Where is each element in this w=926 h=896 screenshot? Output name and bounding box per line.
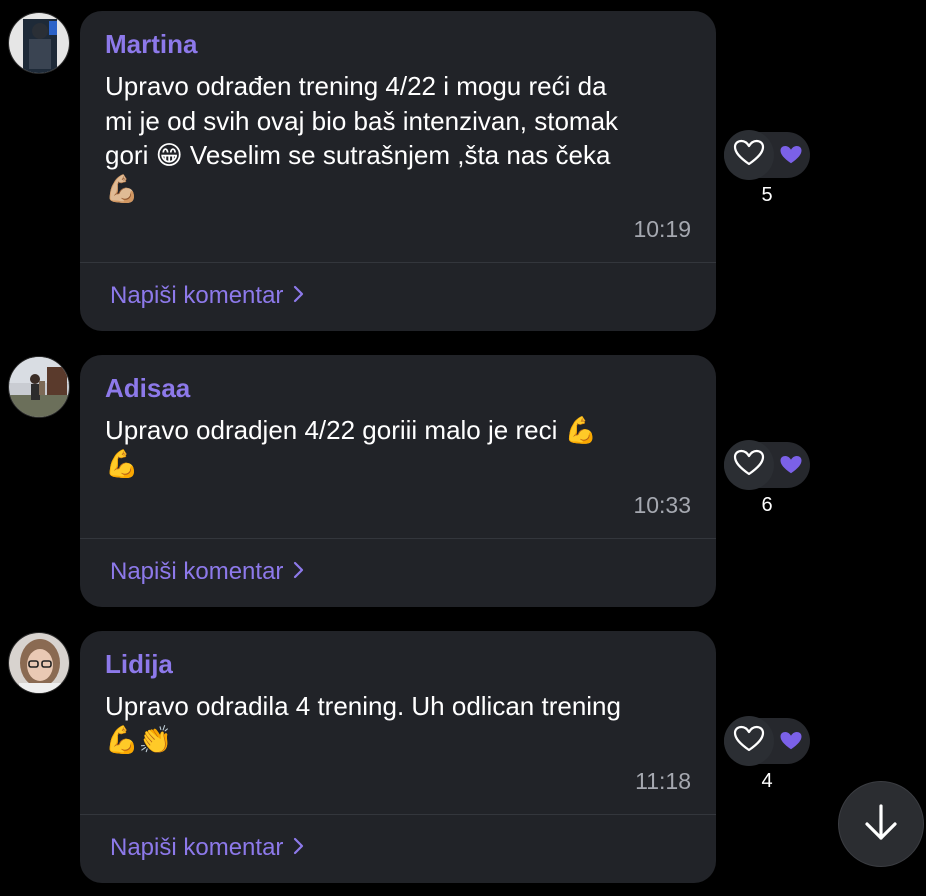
write-comment-link[interactable]: Napiši komentar — [110, 558, 305, 586]
message-line: Upravo odradjen 4/22 goriii malo je reci… — [105, 415, 597, 445]
author-name[interactable]: Martina — [105, 29, 197, 60]
author-name[interactable]: Lidija — [105, 649, 173, 680]
like-button[interactable] — [724, 440, 774, 490]
message-line: 💪 — [105, 448, 139, 480]
message-line: 💪🏼 — [105, 173, 139, 205]
heart-reaction-icon[interactable] — [778, 143, 804, 167]
timestamp: 10:33 — [633, 492, 691, 518]
heart-reaction-icon[interactable] — [778, 453, 804, 477]
avatar[interactable] — [8, 632, 70, 694]
post-bubble: Adisaa Upravo odradjen 4/22 goriii malo … — [80, 355, 716, 607]
chevron-right-icon — [293, 282, 305, 310]
author-name[interactable]: Adisaa — [105, 373, 190, 404]
heart-outline-icon — [733, 449, 765, 482]
like-button[interactable] — [724, 716, 774, 766]
heart-reaction-icon[interactable] — [778, 729, 804, 753]
message-text: Upravo odrađen trening 4/22 i mogu reći … — [105, 69, 695, 207]
chevron-right-icon — [293, 558, 305, 586]
reactions: 4 — [724, 716, 810, 792]
message-text: Upravo odradila 4 trening. Uh odlican tr… — [105, 689, 695, 758]
message-text: Upravo odradjen 4/22 goriii malo je reci… — [105, 413, 695, 482]
timestamp: 11:18 — [635, 768, 691, 794]
timestamp: 10:19 — [633, 216, 691, 242]
write-comment-label: Napiši komentar — [110, 558, 284, 585]
message-line: Upravo odradila 4 trening. Uh odlican tr… — [105, 691, 621, 721]
write-comment-link[interactable]: Napiši komentar — [110, 834, 305, 862]
heart-outline-icon — [733, 139, 765, 172]
divider — [80, 538, 716, 539]
reaction-count: 4 — [761, 770, 773, 792]
reactions: 5 — [724, 130, 810, 206]
chevron-right-icon — [293, 834, 305, 862]
post-bubble: Martina Upravo odrađen trening 4/22 i mo… — [80, 11, 716, 331]
message-line: 💪👏 — [105, 724, 173, 756]
post-bubble: Lidija Upravo odradila 4 trening. Uh odl… — [80, 631, 716, 883]
heart-outline-icon — [733, 725, 765, 758]
scroll-to-bottom-button[interactable] — [838, 781, 924, 867]
divider — [80, 262, 716, 263]
write-comment-label: Napiši komentar — [110, 834, 284, 861]
write-comment-label: Napiši komentar — [110, 282, 284, 309]
message-line: Upravo odrađen trening 4/22 i mogu reći … — [105, 71, 607, 101]
reaction-count: 5 — [761, 184, 773, 206]
message-line: mi je od svih ovaj bio baš intenzivan, s… — [105, 105, 619, 136]
arrow-down-icon — [859, 800, 903, 849]
divider — [80, 814, 716, 815]
message-line: gori 😁 Veselim se sutrašnjem ,šta nas če… — [105, 140, 611, 170]
avatar[interactable] — [8, 12, 70, 74]
like-button[interactable] — [724, 130, 774, 180]
reaction-count: 6 — [761, 494, 773, 516]
avatar[interactable] — [8, 356, 70, 418]
reactions: 6 — [724, 440, 810, 516]
write-comment-link[interactable]: Napiši komentar — [110, 282, 305, 310]
